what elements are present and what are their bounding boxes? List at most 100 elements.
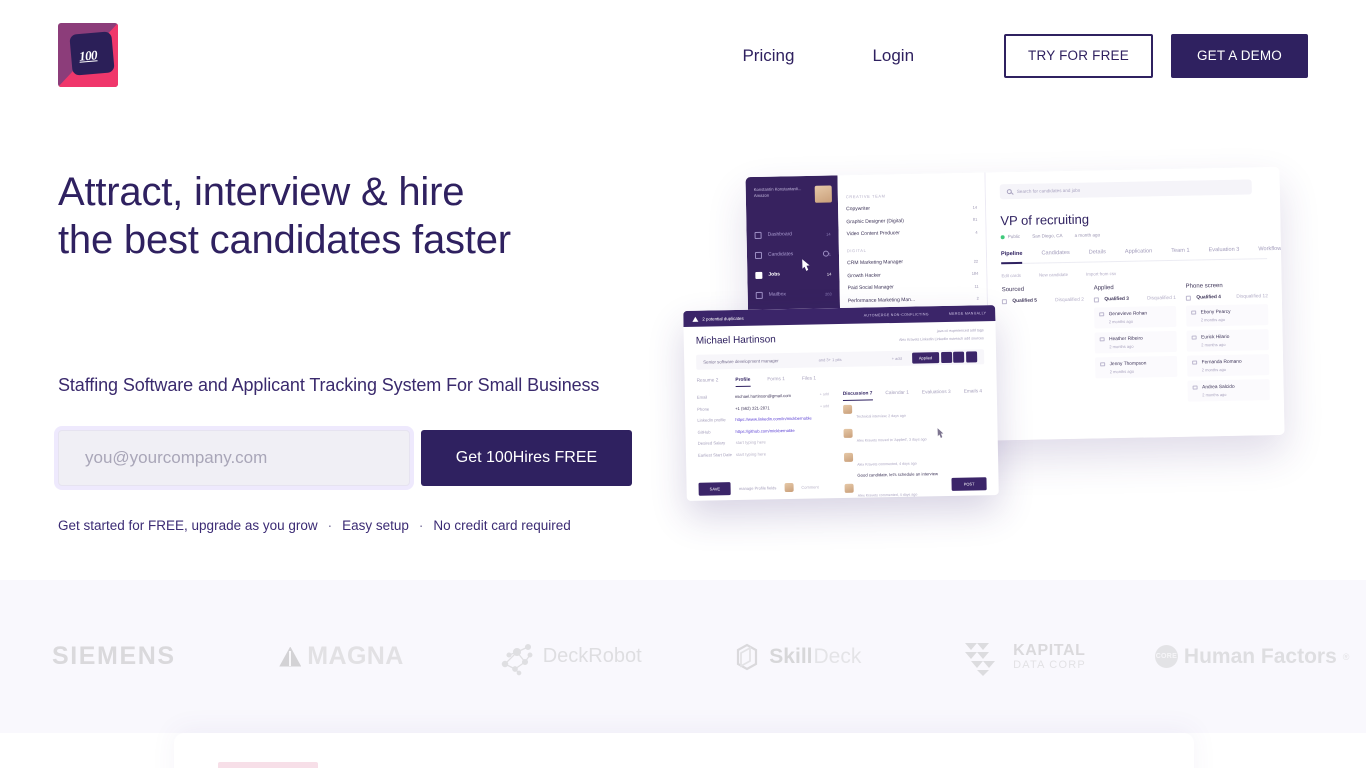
nav-pricing[interactable]: Pricing bbox=[732, 38, 804, 74]
candidate-card[interactable]: Fernanda Romano 2 months ago bbox=[1186, 354, 1270, 377]
job-count: 2 bbox=[976, 296, 979, 302]
action-import-csv[interactable]: Import from csv bbox=[1086, 271, 1116, 277]
field-value[interactable]: michael.hartinson@gmail.com bbox=[735, 392, 820, 399]
field-action[interactable]: + add bbox=[820, 404, 829, 408]
activity-meta: Technical interview, 2 days ago bbox=[856, 413, 906, 419]
post-button[interactable]: POST bbox=[951, 476, 987, 491]
checkbox[interactable] bbox=[1192, 360, 1197, 365]
tab-details[interactable]: Details bbox=[1089, 249, 1106, 255]
calendar-icon[interactable] bbox=[966, 351, 978, 363]
kapital-logo-text-1: KAPITAL bbox=[1013, 641, 1086, 659]
tab-profile[interactable]: Profile bbox=[735, 378, 750, 383]
job-location: San Diego, CA bbox=[1032, 233, 1063, 239]
checkbox[interactable] bbox=[1191, 335, 1197, 340]
signup-form: Get 100Hires FREE bbox=[58, 430, 678, 486]
skilldeck-logo-text-2: Deck bbox=[813, 644, 862, 668]
email-input[interactable] bbox=[58, 430, 410, 486]
candidate-name: Andrea Salcido bbox=[1202, 384, 1235, 390]
checkbox[interactable] bbox=[1093, 297, 1099, 303]
checkbox[interactable] bbox=[1191, 310, 1196, 315]
sidebar-item-candidates[interactable]: Candidates 1 bbox=[747, 243, 839, 265]
next-section-card bbox=[174, 733, 1194, 768]
field-value[interactable]: https://www.linkedin.com/in/mickbernoble bbox=[735, 415, 829, 422]
comment-input[interactable]: Comment bbox=[801, 484, 818, 489]
checkbox[interactable] bbox=[1185, 295, 1191, 301]
tab-workflow[interactable]: Workflow bbox=[1258, 246, 1281, 252]
tab-resume[interactable]: Resume 2 bbox=[697, 378, 719, 383]
sidebar-item-mailbox[interactable]: Mailbox 203 bbox=[748, 283, 840, 305]
section-accent-bar bbox=[218, 762, 318, 768]
candidate-card[interactable]: Jenny Thompson 2 months ago bbox=[1095, 355, 1178, 379]
avatar bbox=[784, 482, 794, 492]
candidate-card[interactable]: Andrea Salcido 2 months ago bbox=[1187, 379, 1270, 402]
get-free-button[interactable]: Get 100Hires FREE bbox=[421, 430, 632, 486]
settings-icon[interactable] bbox=[941, 351, 953, 364]
nav-login[interactable]: Login bbox=[862, 38, 924, 74]
tab-team[interactable]: Team 1 bbox=[1171, 248, 1189, 254]
hero-subheadline: Staffing Software and Applicant Tracking… bbox=[58, 375, 600, 395]
stage-chip[interactable]: Applied bbox=[911, 352, 940, 364]
checkbox[interactable] bbox=[1001, 299, 1007, 304]
candidate-age: 2 months ago bbox=[1109, 368, 1135, 374]
sidebar-item-jobs[interactable]: Jobs 14 bbox=[747, 263, 839, 285]
manage-fields-link[interactable]: manage Profile fields bbox=[739, 485, 776, 491]
field-value[interactable]: +1 (562) 321-2871 bbox=[735, 404, 820, 411]
field-action[interactable]: + add bbox=[820, 392, 829, 396]
perk-separator-1: · bbox=[327, 518, 333, 533]
field-linkedin: LinkedIn profile https://www.linkedin.co… bbox=[697, 415, 829, 424]
client-logo-siemens: SIEMENS bbox=[0, 642, 228, 671]
checkbox[interactable] bbox=[1099, 336, 1105, 342]
jobs-icon bbox=[755, 271, 763, 279]
brand-logo[interactable]: 100 bbox=[58, 23, 118, 87]
sidebar-count: 1 bbox=[828, 251, 832, 257]
save-button[interactable]: SAVE bbox=[698, 481, 732, 496]
checkbox[interactable] bbox=[1192, 385, 1198, 390]
candidate-card[interactable]: Heather Ribeiro 2 months ago bbox=[1094, 330, 1177, 354]
checkbox[interactable] bbox=[1099, 311, 1104, 317]
candidate-card[interactable]: Eurick Hilario 2 months ago bbox=[1186, 329, 1269, 352]
perks-list: Get started for FREE, upgrade as you gro… bbox=[58, 518, 678, 533]
candidate-card[interactable]: Ebony Pearcy 2 months ago bbox=[1186, 304, 1269, 327]
candidate-name: Eurick Hilario bbox=[1201, 334, 1230, 340]
add-link[interactable]: + add bbox=[892, 356, 902, 361]
automerge-button[interactable]: AUTOMERGE NON-CONFLICTING bbox=[864, 312, 929, 317]
mail-icon[interactable] bbox=[953, 351, 965, 363]
get-a-demo-button[interactable]: GET A DEMO bbox=[1170, 34, 1308, 78]
pipeline-columns: Sourced Qualified 5 Disqualified 2 Appli… bbox=[1002, 282, 1270, 409]
tab-calendar[interactable]: Calendar 1 bbox=[885, 391, 909, 396]
qualified-count: Qualified 4 bbox=[1196, 295, 1221, 301]
tab-discussion[interactable]: Discussion 7 bbox=[843, 391, 873, 397]
disqualified-count: Disqualified 1 bbox=[1147, 295, 1176, 302]
tab-forms[interactable]: Forms 1 bbox=[767, 377, 785, 382]
candidate-action-icons bbox=[941, 351, 978, 364]
status-label: Public bbox=[1007, 233, 1021, 240]
tab-application[interactable]: Application bbox=[1125, 248, 1152, 255]
search-input[interactable]: Search for candidates and jobs bbox=[999, 179, 1252, 200]
tab-evaluation[interactable]: Evaluation 3 bbox=[1209, 247, 1240, 254]
sidebar-count: 14 bbox=[826, 271, 832, 277]
action-edit-cards[interactable]: Edit cards bbox=[1001, 273, 1021, 278]
checkbox[interactable] bbox=[1100, 361, 1105, 367]
sidebar-label: Candidates bbox=[767, 251, 794, 258]
field-value[interactable]: https://github.com/mickbernoble bbox=[735, 427, 829, 433]
job-detail-meta: Public San Diego, CA a month ago bbox=[1000, 229, 1267, 240]
field-value[interactable]: start typing here bbox=[736, 438, 830, 445]
tab-files[interactable]: Files 1 bbox=[802, 376, 816, 381]
sidebar-item-dashboard[interactable]: Dashboard 14 bbox=[746, 223, 838, 245]
perk-item-1: Get started for FREE, upgrade as you gro… bbox=[58, 518, 318, 533]
candidates-icon bbox=[754, 251, 763, 259]
candidate-age: 2 months ago bbox=[1202, 391, 1227, 397]
job-list-item[interactable]: Video Content Producer 4 bbox=[846, 226, 978, 241]
candidate-age: 2 months ago bbox=[1200, 316, 1226, 322]
field-value[interactable]: start typing here bbox=[736, 450, 830, 457]
action-new-candidate[interactable]: New candidate bbox=[1039, 272, 1068, 278]
tab-candidates[interactable]: Candidates bbox=[1041, 250, 1069, 257]
merge-manually-button[interactable]: MERGE MANUALLY bbox=[949, 311, 987, 316]
tab-emails[interactable]: Emails 4 bbox=[964, 389, 982, 394]
candidate-card[interactable]: Genevieve Rohan 2 months ago bbox=[1094, 305, 1177, 329]
tab-pipeline[interactable]: Pipeline bbox=[1001, 251, 1023, 257]
job-detail-title: VP of recruiting bbox=[1000, 211, 1090, 229]
try-for-free-button[interactable]: TRY FOR FREE bbox=[1004, 34, 1153, 78]
tab-evaluations[interactable]: Evaluations 3 bbox=[922, 390, 951, 396]
candidate-name: Ebony Pearcy bbox=[1200, 309, 1231, 315]
